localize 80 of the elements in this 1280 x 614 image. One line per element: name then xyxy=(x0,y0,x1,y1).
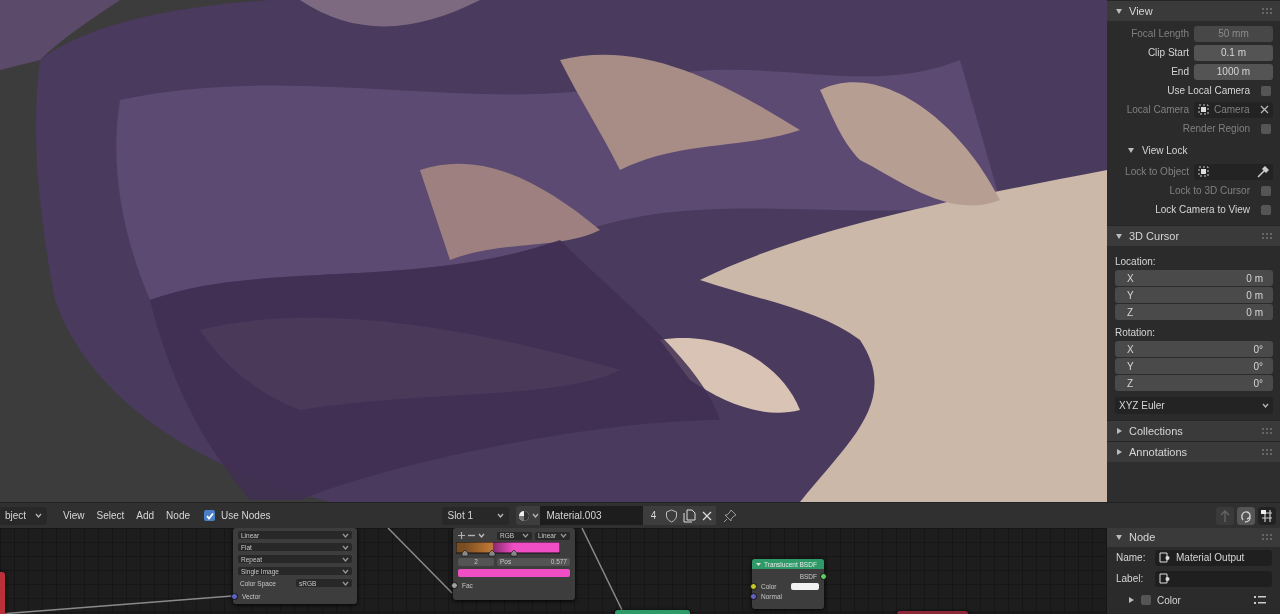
checkbox[interactable] xyxy=(1141,595,1151,605)
close-icon[interactable] xyxy=(698,506,717,525)
object-icon xyxy=(1198,166,1209,177)
object-icon xyxy=(1198,104,1209,115)
menu-item[interactable]: Add xyxy=(130,510,161,521)
grip-icon[interactable] xyxy=(1262,233,1274,239)
dropdown[interactable]: XYZ Euler xyxy=(1115,397,1273,414)
field-label: Clip Start xyxy=(1146,47,1189,58)
number-field[interactable]: Z 0 m xyxy=(1115,304,1273,320)
menu-item[interactable]: Select xyxy=(90,510,131,521)
number-field[interactable]: X 0° xyxy=(1115,341,1273,357)
number-field[interactable]: Y 0° xyxy=(1115,358,1273,374)
checkbox[interactable] xyxy=(1261,204,1271,215)
socket-icon[interactable] xyxy=(750,582,757,590)
color-ramp-drawing[interactable] xyxy=(456,542,560,557)
socket-icon[interactable] xyxy=(820,572,827,580)
subpanel-title[interactable]: View Lock xyxy=(1142,144,1188,156)
field-label: Lock to Object xyxy=(1124,166,1189,177)
collapsed-arrow-icon[interactable] xyxy=(1127,596,1135,604)
mode-dropdown[interactable]: bject xyxy=(0,506,47,525)
menu-item[interactable]: View xyxy=(57,510,91,521)
grip-icon[interactable] xyxy=(1262,428,1274,434)
number-field[interactable]: 1000 m xyxy=(1194,63,1273,80)
slot-dropdown[interactable]: Slot 1 xyxy=(442,506,510,525)
grip-icon[interactable] xyxy=(1262,534,1274,540)
checkbox-label: Lock Camera to View xyxy=(1155,204,1250,215)
field-label: Local Camera xyxy=(1125,104,1189,115)
field-label: Name: xyxy=(1116,552,1147,563)
text-field[interactable]: Material Output xyxy=(1155,549,1272,566)
checkbox-label: Render Region xyxy=(1182,123,1250,134)
menu-item[interactable]: Node xyxy=(160,510,196,521)
text-field[interactable] xyxy=(1155,570,1272,587)
grid-icon[interactable] xyxy=(1258,506,1276,525)
node-icon xyxy=(1159,573,1170,584)
grip-icon[interactable] xyxy=(1262,449,1274,455)
socket-icon[interactable] xyxy=(451,581,458,589)
chevron-icon xyxy=(497,513,505,518)
checkbox-label: Use Nodes xyxy=(221,510,271,521)
node-icon xyxy=(1159,552,1170,563)
field-label: Rotation: xyxy=(1115,326,1157,340)
expanded-arrow-icon[interactable] xyxy=(1127,146,1135,154)
pin-icon[interactable] xyxy=(722,507,739,524)
color-swatch[interactable] xyxy=(458,569,570,577)
checkbox-label: Lock to 3D Cursor xyxy=(1169,185,1250,196)
checkbox[interactable] xyxy=(204,510,215,521)
field-label: Location: xyxy=(1115,255,1157,269)
color-swatch[interactable] xyxy=(791,582,819,590)
material-browse-button[interactable] xyxy=(516,506,541,525)
subpanel-title[interactable]: Color xyxy=(1157,594,1181,606)
chevron-icon xyxy=(35,513,42,518)
expanded-arrow-icon[interactable] xyxy=(1115,7,1123,15)
chevron-icon xyxy=(531,513,539,518)
expanded-arrow-icon[interactable] xyxy=(1115,232,1123,240)
chevron-icon xyxy=(1262,403,1269,408)
number-field[interactable]: X 0 m xyxy=(1115,270,1273,286)
field-label: Label: xyxy=(1116,573,1145,584)
number-field[interactable]: Z 0° xyxy=(1115,375,1273,391)
object-field[interactable] xyxy=(1194,163,1273,180)
expanded-arrow-icon[interactable] xyxy=(1115,533,1123,541)
plus-icon[interactable] xyxy=(458,532,465,539)
minus-icon[interactable] xyxy=(468,532,475,539)
collapse-arrow-icon[interactable] xyxy=(756,561,761,567)
number-field[interactable]: Y 0 m xyxy=(1115,287,1273,303)
collapsed-arrow-icon[interactable] xyxy=(1115,427,1123,435)
user-count[interactable]: 4 xyxy=(643,506,664,525)
chevron-icon xyxy=(560,533,567,538)
grip-icon[interactable] xyxy=(1262,8,1274,14)
material-sphere-icon xyxy=(517,509,530,522)
field-label: End xyxy=(1170,66,1189,77)
chevron-icon xyxy=(522,533,529,538)
node-wire xyxy=(387,528,453,594)
list-icon[interactable] xyxy=(1254,595,1266,605)
checkbox-label: Use Local Camera xyxy=(1167,85,1250,96)
field-label: Focal Length xyxy=(1130,28,1189,39)
material-name-field[interactable]: Material.003 xyxy=(540,506,644,525)
number-field[interactable]: 0.1 m xyxy=(1194,44,1273,61)
chevron-icon xyxy=(478,533,485,538)
checkbox[interactable] xyxy=(1261,85,1271,96)
snap-icon[interactable] xyxy=(1237,506,1255,525)
collapsed-arrow-icon[interactable] xyxy=(1115,448,1123,456)
